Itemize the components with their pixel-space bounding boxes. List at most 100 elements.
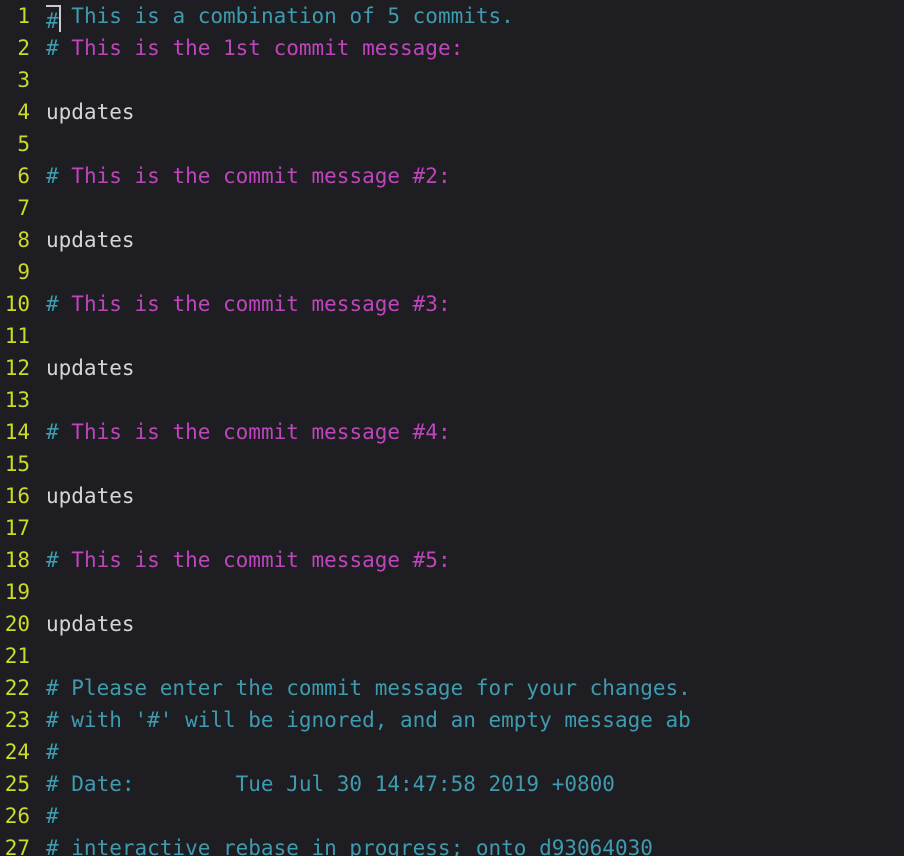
line-number: 15 [4, 452, 30, 476]
line-number: 18 [4, 548, 30, 572]
line-text-segment: # [46, 548, 59, 572]
line-content[interactable] [46, 192, 904, 224]
line-text-segment: # [46, 292, 59, 316]
gutter-spacer [30, 320, 46, 352]
line-content[interactable] [46, 256, 904, 288]
editor-line[interactable]: 14 # This is the commit message #4: [0, 416, 904, 448]
line-number: 27 [4, 836, 30, 856]
editor-line[interactable]: 15 [0, 448, 904, 480]
line-content[interactable]: # This is the 1st commit message: [46, 32, 904, 64]
editor-line[interactable]: 23 # with '#' will be ignored, and an emp… [0, 704, 904, 736]
line-content[interactable]: # This is a combination of 5 commits. [46, 0, 904, 32]
editor-line[interactable]: 4 updates [0, 96, 904, 128]
editor-line[interactable]: 25 # Date: Tue Jul 30 14:47:58 2019 +0800 [0, 768, 904, 800]
block-cursor[interactable]: # [46, 5, 61, 32]
line-text-segment: This is the commit message #2: [58, 164, 451, 188]
gutter-spacer [30, 480, 46, 512]
editor-line[interactable]: 17 [0, 512, 904, 544]
line-number: 24 [4, 740, 30, 764]
line-text-segment: This is the 1st commit message: [58, 36, 464, 60]
gutter-spacer [30, 32, 46, 64]
line-number: 7 [17, 196, 30, 220]
line-text-segment: # Please enter the commit message for yo… [46, 676, 691, 700]
editor-line[interactable]: 9 [0, 256, 904, 288]
text-editor-buffer[interactable]: 1 # This is a combination of 5 commits. 2 #… [0, 0, 904, 856]
gutter-spacer [30, 224, 46, 256]
editor-line[interactable]: 12 updates [0, 352, 904, 384]
editor-line[interactable]: 5 [0, 128, 904, 160]
editor-line[interactable]: 22 # Please enter the commit message for … [0, 672, 904, 704]
gutter-spacer [30, 608, 46, 640]
line-content[interactable]: # This is the commit message #2: [46, 160, 904, 192]
line-number: 17 [4, 516, 30, 540]
editor-line[interactable]: 26 # [0, 800, 904, 832]
editor-line[interactable]: 18 # This is the commit message #5: [0, 544, 904, 576]
line-content[interactable]: # [46, 736, 904, 768]
editor-line[interactable]: 2 # This is the 1st commit message: [0, 32, 904, 64]
line-content[interactable]: # Date: Tue Jul 30 14:47:58 2019 +0800 [46, 768, 904, 800]
line-text-segment: # Date: Tue Jul 30 14:47:58 2019 +0800 [46, 772, 615, 796]
line-content[interactable] [46, 640, 904, 672]
gutter-spacer [30, 704, 46, 736]
gutter-spacer [30, 512, 46, 544]
editor-line[interactable]: 10 # This is the commit message #3: [0, 288, 904, 320]
editor-line[interactable]: 6 # This is the commit message #2: [0, 160, 904, 192]
line-number: 9 [17, 260, 30, 284]
line-content[interactable]: # This is the commit message #5: [46, 544, 904, 576]
line-number: 1 [17, 4, 30, 28]
line-number: 22 [4, 676, 30, 700]
gutter-spacer [30, 192, 46, 224]
line-content[interactable]: updates [46, 480, 904, 512]
editor-line[interactable]: 19 [0, 576, 904, 608]
line-content[interactable]: # [46, 800, 904, 832]
line-content[interactable]: updates [46, 352, 904, 384]
line-number: 14 [4, 420, 30, 444]
line-number: 8 [17, 228, 30, 252]
line-content[interactable]: # interactive rebase in progress; onto d… [46, 832, 904, 856]
line-content[interactable] [46, 576, 904, 608]
gutter-spacer [30, 736, 46, 768]
line-text-segment: # with '#' will be ignored, and an empty… [46, 708, 691, 732]
line-content[interactable]: # Please enter the commit message for yo… [46, 672, 904, 704]
editor-line[interactable]: 11 [0, 320, 904, 352]
line-content[interactable] [46, 64, 904, 96]
line-number: 21 [4, 644, 30, 668]
editor-line[interactable]: 3 [0, 64, 904, 96]
line-content[interactable] [46, 448, 904, 480]
line-number: 19 [4, 580, 30, 604]
editor-line[interactable]: 16 updates [0, 480, 904, 512]
line-number: 12 [4, 356, 30, 380]
gutter-spacer [30, 832, 46, 856]
line-content[interactable] [46, 320, 904, 352]
gutter-spacer [30, 416, 46, 448]
gutter-spacer [30, 800, 46, 832]
line-text-segment: # [46, 420, 59, 444]
editor-line[interactable]: 13 [0, 384, 904, 416]
line-content[interactable]: updates [46, 608, 904, 640]
line-text-segment: updates [46, 100, 135, 124]
line-number: 13 [4, 388, 30, 412]
editor-line[interactable]: 8 updates [0, 224, 904, 256]
line-content[interactable]: # This is the commit message #4: [46, 416, 904, 448]
line-content[interactable]: updates [46, 96, 904, 128]
editor-line[interactable]: 7 [0, 192, 904, 224]
editor-line[interactable]: 24 # [0, 736, 904, 768]
line-number: 16 [4, 484, 30, 508]
line-text-segment: updates [46, 356, 135, 380]
line-content[interactable]: # This is the commit message #3: [46, 288, 904, 320]
line-text-segment: This is a combination of 5 commits. [58, 4, 514, 28]
gutter-spacer [30, 64, 46, 96]
line-content[interactable] [46, 128, 904, 160]
line-text-segment: # interactive rebase in progress; onto d… [46, 836, 653, 856]
editor-line[interactable]: 27 # interactive rebase in progress; onto… [0, 832, 904, 856]
line-content[interactable] [46, 512, 904, 544]
line-number: 20 [4, 612, 30, 636]
editor-line[interactable]: 20 updates [0, 608, 904, 640]
editor-line[interactable]: 21 [0, 640, 904, 672]
line-content[interactable] [46, 384, 904, 416]
line-content[interactable]: updates [46, 224, 904, 256]
line-number: 23 [4, 708, 30, 732]
gutter-spacer [30, 352, 46, 384]
line-content[interactable]: # with '#' will be ignored, and an empty… [46, 704, 904, 736]
editor-line[interactable]: 1 # This is a combination of 5 commits. [0, 0, 904, 32]
